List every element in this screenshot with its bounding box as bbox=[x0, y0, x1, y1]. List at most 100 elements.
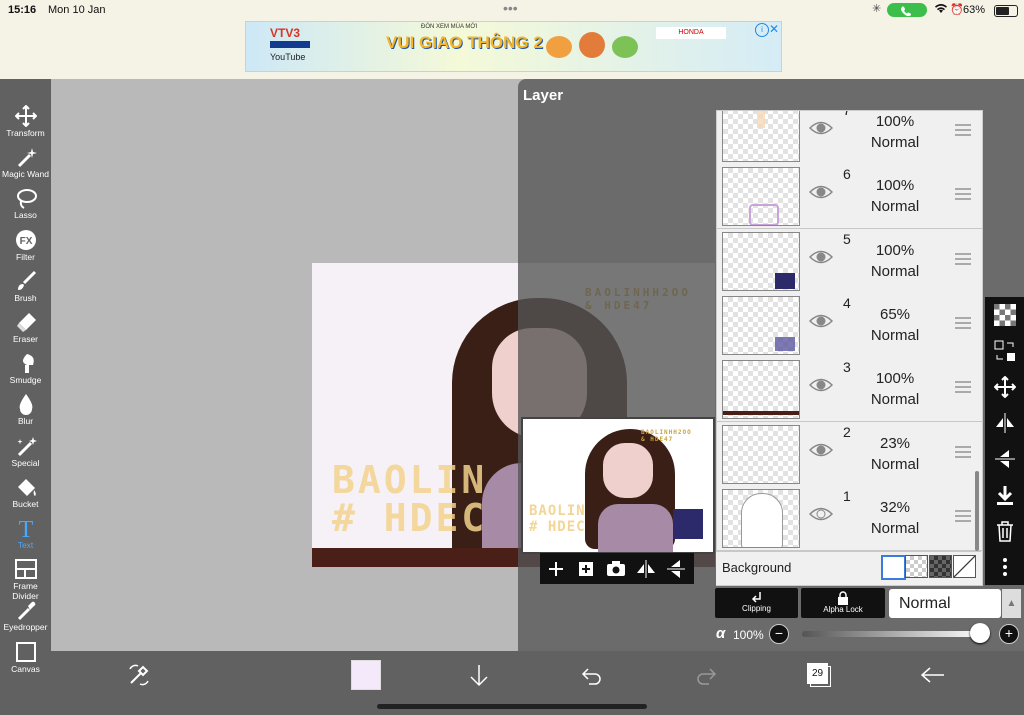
drag-handle-icon[interactable] bbox=[955, 509, 971, 525]
eye-visibility-icon[interactable] bbox=[809, 506, 833, 522]
redo-icon[interactable] bbox=[694, 665, 718, 690]
move-icon bbox=[14, 105, 37, 127]
layer-blend-mode: Normal bbox=[870, 519, 920, 537]
tool-filter[interactable]: FX Filter bbox=[0, 227, 51, 268]
back-arrow-icon[interactable] bbox=[920, 665, 946, 690]
home-indicator bbox=[377, 704, 647, 709]
blend-mode-arrow-icon[interactable]: ▲ bbox=[1002, 589, 1021, 618]
brush-icon bbox=[17, 270, 36, 290]
tool-eyedropper[interactable]: Eyedropper bbox=[0, 597, 51, 638]
move-layer-icon[interactable] bbox=[985, 369, 1024, 405]
layer-thumbnail bbox=[722, 231, 800, 291]
ad-info-icon[interactable]: i bbox=[755, 23, 769, 37]
alpha-lock-button[interactable]: Alpha Lock bbox=[801, 588, 885, 618]
background-dark-checker-swatch[interactable] bbox=[929, 555, 952, 578]
background-none-swatch[interactable] bbox=[953, 555, 976, 578]
eye-visibility-icon[interactable] bbox=[809, 184, 833, 200]
tool-brush[interactable]: Brush bbox=[0, 268, 51, 309]
alarm-icon: ⏰ bbox=[950, 4, 964, 16]
preview-flip-horizontal-icon[interactable] bbox=[634, 557, 658, 581]
special-icon bbox=[16, 436, 37, 456]
drag-handle-icon[interactable] bbox=[955, 124, 971, 139]
battery-icon bbox=[994, 5, 1018, 17]
drag-handle-icon[interactable] bbox=[955, 381, 971, 396]
tool-lasso[interactable]: Lasso bbox=[0, 185, 51, 226]
opacity-slider-track[interactable] bbox=[802, 631, 982, 637]
ad-youtube-label: YouTube bbox=[270, 52, 306, 62]
layer-blend-mode: Normal bbox=[870, 134, 920, 151]
tool-blur[interactable]: Blur bbox=[0, 391, 51, 432]
blend-mode-select[interactable]: Normal bbox=[889, 589, 1001, 618]
blur-drop-icon bbox=[19, 394, 32, 416]
layer-row-5[interactable]: 5 100% Normal bbox=[717, 228, 982, 294]
drag-handle-icon[interactable] bbox=[955, 252, 971, 268]
camera-icon[interactable] bbox=[604, 557, 628, 581]
multitask-dots-icon[interactable]: ••• bbox=[503, 0, 518, 16]
preview-flip-vertical-icon[interactable] bbox=[664, 557, 688, 581]
opacity-decrease-button[interactable]: − bbox=[769, 624, 789, 644]
ad-brand: VTV3 bbox=[270, 26, 301, 40]
brush-settings-icon[interactable] bbox=[127, 663, 151, 692]
tool-magic-wand[interactable]: Magic Wand bbox=[0, 144, 51, 185]
magic-wand-icon bbox=[17, 148, 37, 168]
layer-blend-mode: Normal bbox=[870, 198, 920, 216]
add-layer-copy-icon[interactable] bbox=[574, 557, 598, 581]
checker-layer-icon[interactable] bbox=[985, 297, 1024, 333]
eye-visibility-icon[interactable] bbox=[809, 377, 833, 393]
layers-count-icon[interactable]: 29 bbox=[807, 663, 831, 687]
layer-row-6[interactable]: 6 100% Normal bbox=[717, 164, 982, 230]
layer-number: 2 bbox=[843, 423, 851, 440]
merge-down-icon[interactable] bbox=[985, 477, 1024, 513]
tool-special[interactable]: Special bbox=[0, 433, 51, 474]
eye-visibility-icon[interactable] bbox=[809, 442, 833, 458]
more-options-icon[interactable] bbox=[985, 549, 1024, 585]
opacity-slider-knob[interactable] bbox=[970, 623, 990, 643]
canvas-preview[interactable]: BAOLINHH2OO & HDE47 BAOLIN # HDEC bbox=[521, 417, 715, 554]
tool-label: Smudge bbox=[9, 375, 42, 386]
select-transfer-icon[interactable] bbox=[985, 333, 1024, 369]
delete-layer-icon[interactable] bbox=[985, 513, 1024, 549]
tool-text[interactable]: T Text bbox=[0, 515, 51, 556]
opacity-row: α 100% − + bbox=[715, 622, 1024, 648]
call-indicator[interactable] bbox=[887, 3, 927, 17]
layer-row-7[interactable]: 7 100% Normal bbox=[717, 111, 982, 165]
drag-handle-icon[interactable] bbox=[955, 316, 971, 332]
eye-visibility-icon[interactable] bbox=[809, 120, 833, 136]
layer-row-2[interactable]: 2 23% Normal bbox=[717, 421, 982, 487]
background-white-swatch[interactable] bbox=[881, 555, 906, 580]
tool-transform[interactable]: Transform bbox=[0, 103, 51, 144]
clipping-button[interactable]: Clipping bbox=[715, 588, 798, 618]
bottom-toolbar: 29 bbox=[51, 651, 1024, 715]
tool-eraser[interactable]: Eraser bbox=[0, 309, 51, 350]
battery-percent: 63% bbox=[963, 4, 986, 16]
tool-smudge[interactable]: Smudge bbox=[0, 350, 51, 391]
layer-list-scrollbar[interactable] bbox=[975, 471, 979, 551]
drag-handle-icon[interactable] bbox=[955, 445, 971, 461]
flip-vertical-icon[interactable] bbox=[985, 441, 1024, 477]
layer-row-1[interactable]: 1 32% Normal bbox=[717, 485, 982, 551]
layer-side-tools bbox=[985, 297, 1024, 585]
primary-color-swatch[interactable] bbox=[351, 660, 381, 690]
drag-handle-icon[interactable] bbox=[955, 188, 971, 203]
layer-list[interactable]: 7 100% Normal 6 100% Normal 5 100% Normal 4 65% Nor… bbox=[716, 110, 983, 586]
eye-visibility-icon[interactable] bbox=[809, 249, 833, 265]
tool-bucket[interactable]: Bucket bbox=[0, 474, 51, 515]
status-time: 15:16 bbox=[8, 4, 37, 16]
ad-close-icon[interactable]: ✕ bbox=[769, 22, 779, 36]
layer-row-4[interactable]: 4 65% Normal bbox=[717, 292, 982, 358]
add-layer-icon[interactable] bbox=[544, 557, 568, 581]
flip-horizontal-icon[interactable] bbox=[985, 405, 1024, 441]
ad-banner[interactable]: VTV3 YouTube ĐÓN XEM MÙA MỚI VUI GIAO TH… bbox=[245, 21, 782, 72]
download-arrow-icon[interactable] bbox=[467, 663, 491, 694]
eraser-icon bbox=[16, 313, 36, 332]
layer-row-3[interactable]: 3 100% Normal bbox=[717, 357, 982, 423]
undo-icon[interactable] bbox=[580, 665, 604, 690]
eye-visibility-icon[interactable] bbox=[809, 313, 833, 329]
tool-canvas[interactable]: Canvas bbox=[0, 639, 51, 680]
preview-watermark-line1: BAOLINHH2OO bbox=[641, 429, 692, 436]
background-transparent-swatch[interactable] bbox=[905, 555, 928, 578]
tool-frame-divider[interactable]: Frame Divider bbox=[0, 556, 51, 601]
layers-count: 29 bbox=[807, 663, 828, 684]
clipping-label: Clipping bbox=[742, 604, 771, 613]
opacity-increase-button[interactable]: + bbox=[999, 624, 1019, 644]
